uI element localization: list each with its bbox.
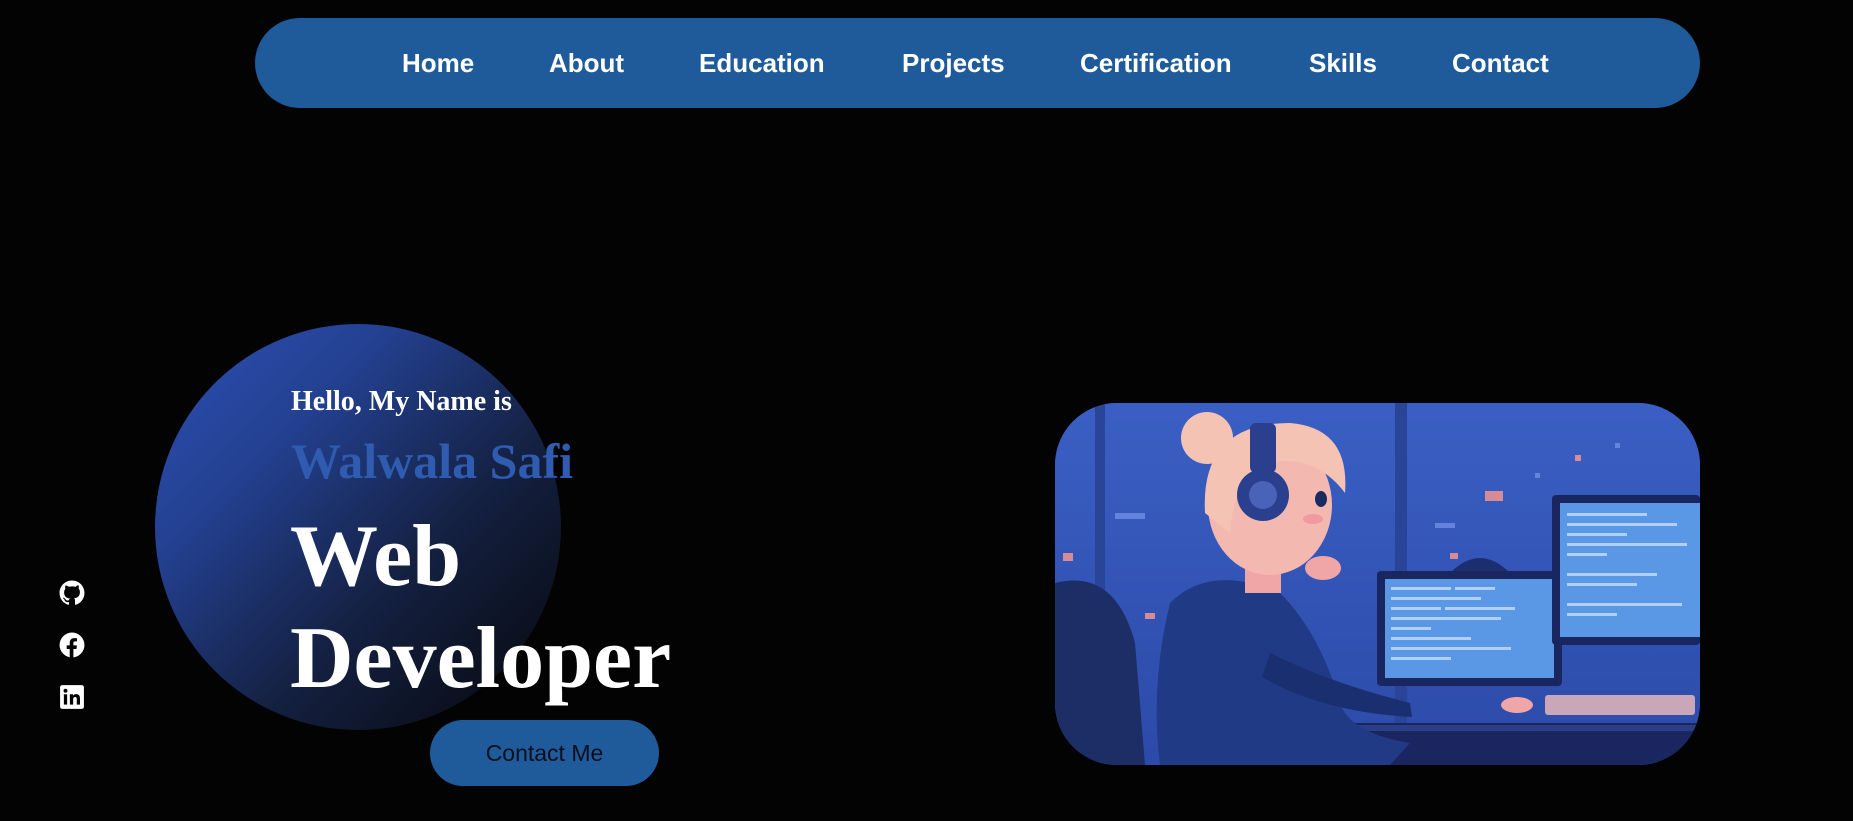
linkedin-icon[interactable] — [59, 684, 85, 710]
keyboard — [1545, 695, 1695, 715]
nav-link-about[interactable]: About — [549, 18, 624, 108]
headphone-band — [1250, 423, 1276, 473]
hero-role: Web Developer — [290, 506, 671, 710]
github-icon[interactable] — [59, 580, 85, 606]
nav-link-skills[interactable]: Skills — [1309, 18, 1377, 108]
hero-illustration — [1055, 403, 1700, 765]
nav-link-projects[interactable]: Projects — [902, 18, 1005, 108]
nav-link-contact[interactable]: Contact — [1452, 18, 1549, 108]
hair-bun — [1181, 412, 1233, 464]
hero-role-line-1: Web — [290, 508, 462, 605]
nav-link-certification[interactable]: Certification — [1080, 18, 1232, 108]
hero-name: Walwala Safi — [291, 433, 573, 489]
main-navbar: Home About Education Projects Certificat… — [255, 18, 1700, 108]
hero-role-line-2: Developer — [290, 610, 672, 707]
nav-link-education[interactable]: Education — [699, 18, 825, 108]
nav-link-home[interactable]: Home — [402, 18, 474, 108]
facebook-icon[interactable] — [59, 632, 85, 658]
contact-me-button[interactable]: Contact Me — [430, 720, 659, 786]
hero-greeting: Hello, My Name is — [291, 386, 512, 417]
